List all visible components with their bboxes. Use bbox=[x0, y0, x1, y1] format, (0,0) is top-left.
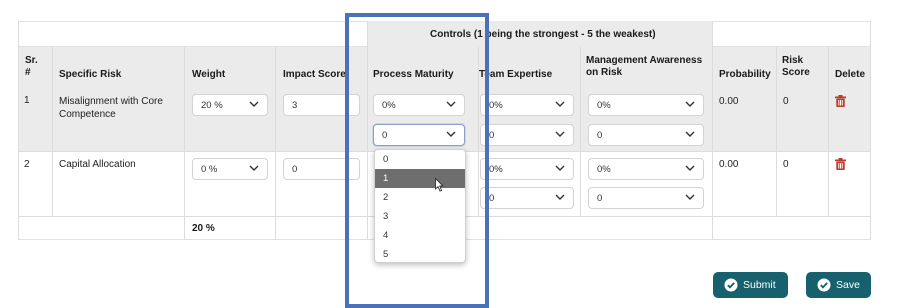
chevron-down-icon bbox=[685, 101, 695, 107]
col-header-risk-score: Risk Score bbox=[782, 55, 810, 79]
row1-specific-risk-line2: Competence bbox=[59, 109, 116, 120]
submit-button-label: Submit bbox=[743, 279, 776, 291]
row2-risk-score: 0 bbox=[783, 159, 789, 170]
save-button[interactable]: Save bbox=[806, 272, 871, 298]
row1-team-expertise-a-value: 0% bbox=[489, 100, 503, 111]
row1-process-maturity-select-a[interactable]: 0% bbox=[373, 94, 465, 116]
col-header-risk-score-line2: Score bbox=[782, 67, 810, 78]
col-header-risk-score-line1: Risk bbox=[782, 55, 804, 66]
trash-icon[interactable] bbox=[835, 95, 846, 107]
row2-mgmt-awareness-select-b[interactable]: 0 bbox=[588, 187, 704, 209]
row1-probability: 0.00 bbox=[719, 96, 739, 107]
table-header-row bbox=[18, 47, 871, 88]
chevron-down-icon bbox=[249, 165, 259, 171]
row2-team-expertise-select-a[interactable]: 0% bbox=[480, 158, 574, 180]
dropdown-option-4[interactable]: 4 bbox=[375, 226, 465, 245]
col-header-delete: Delete bbox=[835, 69, 866, 80]
dropdown-option-3[interactable]: 3 bbox=[375, 207, 465, 226]
dropdown-option-0[interactable]: 0 bbox=[375, 150, 465, 169]
col-header-probability: Probability bbox=[719, 69, 771, 80]
col-header-weight: Weight bbox=[192, 69, 226, 80]
row1-mgmt-awareness-select-a[interactable]: 0% bbox=[588, 94, 704, 116]
row2-weight-select[interactable]: 0 % bbox=[192, 158, 268, 180]
row1-process-maturity-select-b[interactable]: 0 bbox=[373, 124, 465, 146]
dropdown-option-2[interactable]: 2 bbox=[375, 188, 465, 207]
row1-process-maturity-a-value: 0% bbox=[382, 100, 396, 111]
row1-mgmt-awareness-select-b[interactable]: 0 bbox=[588, 124, 704, 146]
row1-mgmt-awareness-a-value: 0% bbox=[597, 100, 611, 111]
row2-probability: 0.00 bbox=[719, 159, 739, 170]
controls-group-header: Controls (1 being the strongest - 5 the … bbox=[430, 29, 656, 40]
row1-weight-value: 20 % bbox=[201, 100, 223, 111]
footer-weight-total: 20 % bbox=[192, 223, 215, 234]
row2-mgmt-awareness-select-a[interactable]: 0% bbox=[588, 158, 704, 180]
chevron-down-icon bbox=[249, 101, 259, 107]
col-header-sr-line2: # bbox=[25, 67, 31, 78]
save-button-label: Save bbox=[836, 279, 860, 291]
chevron-down-icon bbox=[685, 131, 695, 137]
check-circle-icon bbox=[817, 278, 831, 292]
chevron-down-icon bbox=[446, 131, 456, 137]
col-header-team-expertise: Team Expertise bbox=[479, 69, 553, 80]
row2-specific-risk: Capital Allocation bbox=[59, 159, 136, 170]
chevron-down-icon bbox=[555, 131, 565, 137]
row2-weight-value: 0 % bbox=[201, 164, 218, 175]
row1-weight-select[interactable]: 20 % bbox=[192, 94, 268, 116]
row2-team-expertise-b-value: 0 bbox=[489, 193, 495, 204]
check-circle-icon bbox=[724, 278, 738, 292]
col-header-mgmt-awareness-line1: Management Awareness bbox=[586, 55, 703, 66]
col-header-mgmt-awareness: Management Awareness on Risk bbox=[586, 55, 702, 79]
row2-team-expertise-select-b[interactable]: 0 bbox=[480, 187, 574, 209]
row2-mgmt-awareness-b-value: 0 bbox=[597, 193, 603, 204]
row1-team-expertise-select-a[interactable]: 0% bbox=[480, 94, 574, 116]
chevron-down-icon bbox=[555, 194, 565, 200]
row1-sr: 1 bbox=[24, 95, 30, 106]
chevron-down-icon bbox=[555, 165, 565, 171]
row2-mgmt-awareness-a-value: 0% bbox=[597, 164, 611, 175]
row1-team-expertise-b-value: 0 bbox=[489, 130, 495, 141]
dropdown-option-1[interactable]: 1 bbox=[375, 169, 465, 188]
trash-icon[interactable] bbox=[835, 158, 846, 170]
row1-specific-risk: Misalignment with Core Competence bbox=[59, 95, 163, 121]
mouse-pointer-icon bbox=[435, 178, 445, 192]
row1-mgmt-awareness-b-value: 0 bbox=[597, 130, 603, 141]
col-header-impact-score: Impact Score bbox=[283, 69, 346, 80]
submit-button[interactable]: Submit bbox=[713, 272, 788, 298]
chevron-down-icon bbox=[555, 101, 565, 107]
row1-specific-risk-line1: Misalignment with Core bbox=[59, 96, 163, 107]
chevron-down-icon bbox=[685, 165, 695, 171]
col-header-sr: Sr. # bbox=[25, 55, 38, 79]
row1-impact-value: 3 bbox=[292, 100, 298, 111]
row1-risk-score: 0 bbox=[783, 96, 789, 107]
col-header-process-maturity: Process Maturity bbox=[373, 69, 454, 80]
row1-team-expertise-select-b[interactable]: 0 bbox=[480, 124, 574, 146]
col-header-specific-risk: Specific Risk bbox=[59, 69, 122, 80]
chevron-down-icon bbox=[446, 101, 456, 107]
row2-team-expertise-a-value: 0% bbox=[489, 164, 503, 175]
row1-process-maturity-b-value: 0 bbox=[382, 130, 388, 141]
chevron-down-icon bbox=[685, 194, 695, 200]
col-header-sr-line1: Sr. bbox=[25, 55, 38, 66]
process-maturity-dropdown-list: 0 1 2 3 4 5 bbox=[374, 149, 466, 263]
row2-impact-select[interactable]: 0 bbox=[283, 158, 360, 180]
col-header-mgmt-awareness-line2: on Risk bbox=[586, 67, 623, 78]
row1-impact-select[interactable]: 3 bbox=[283, 94, 360, 116]
row2-sr: 2 bbox=[24, 159, 30, 170]
dropdown-option-5[interactable]: 5 bbox=[375, 245, 465, 264]
row2-impact-value: 0 bbox=[292, 164, 298, 175]
